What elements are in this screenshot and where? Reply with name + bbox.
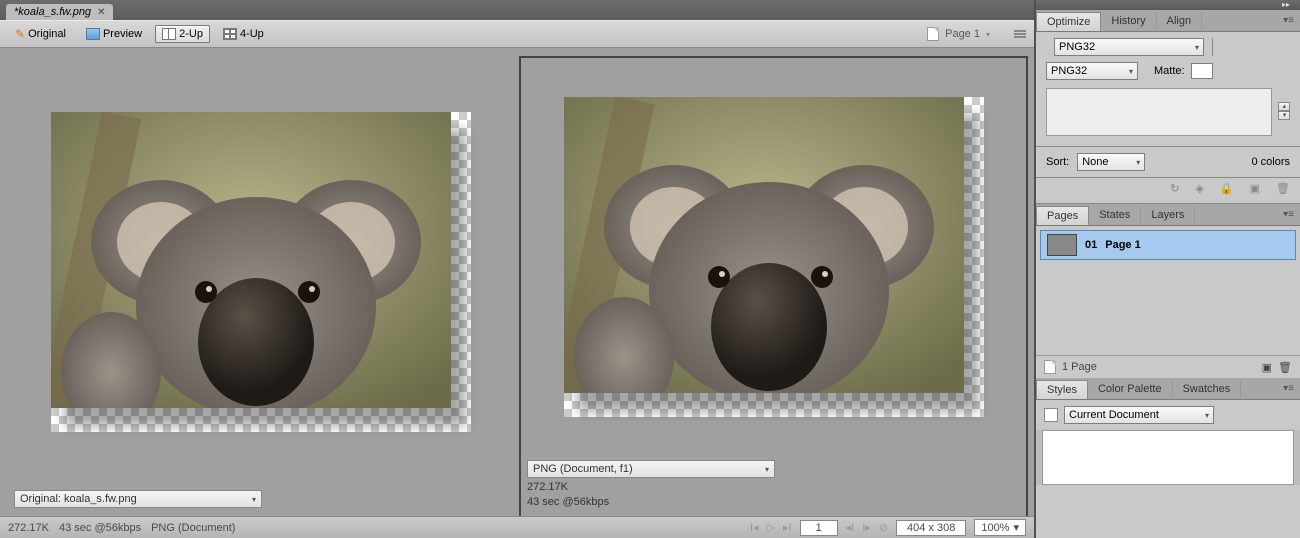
preview-download-time: 43 sec @56kbps xyxy=(527,496,1020,508)
tab-pages[interactable]: Pages xyxy=(1036,206,1089,225)
tab-optimize[interactable]: Optimize xyxy=(1036,12,1101,31)
image-icon xyxy=(86,28,100,40)
status-bar: 272.17K 43 sec @56kbps PNG (Document) I◂… xyxy=(0,516,1034,538)
original-image xyxy=(51,112,451,408)
page-thumbnail xyxy=(1047,234,1077,256)
optimize-format-select[interactable]: PNG32▾ xyxy=(1046,62,1138,80)
pages-panel-tabs: Pages States Layers ▾≡ xyxy=(1036,204,1300,226)
matte-swatch[interactable] xyxy=(1191,63,1213,79)
four-up-view-button[interactable]: 4-Up xyxy=(216,25,271,43)
optimize-panel-tabs: Optimize History Align ▾≡ xyxy=(1036,10,1300,32)
delete-page-icon[interactable]: 🗑 xyxy=(1278,361,1292,374)
stop-button[interactable]: ⊘ xyxy=(879,521,888,534)
next-frame-button[interactable]: I▸ xyxy=(862,521,871,534)
four-up-icon xyxy=(223,28,237,40)
page-count: 1 Page xyxy=(1062,361,1097,373)
frame-number-field[interactable]: 1 xyxy=(800,520,838,536)
tab-layers[interactable]: Layers xyxy=(1141,206,1195,224)
original-panel[interactable]: Original: koala_s.fw.png ▾ xyxy=(8,58,513,516)
chevron-down-icon: ▾ xyxy=(765,465,769,474)
styles-list[interactable] xyxy=(1042,430,1294,485)
page-name: Page 1 xyxy=(1105,239,1140,251)
preview-size: 272.17K xyxy=(527,481,1020,493)
pencil-icon: ✎ xyxy=(15,27,25,41)
status-time: 43 sec @56kbps xyxy=(59,522,141,534)
two-up-view-button[interactable]: 2-Up xyxy=(155,25,210,43)
styles-panel-tabs: Styles Color Palette Swatches ▾≡ xyxy=(1036,378,1300,400)
trash-icon[interactable]: 🗑 xyxy=(1276,182,1290,195)
export-icon[interactable] xyxy=(1014,30,1026,38)
preview-panel[interactable]: PNG (Document, f1) ▾ 272.17K 43 sec @56k… xyxy=(521,58,1026,516)
new-page-icon[interactable]: ▣ xyxy=(1262,361,1272,374)
tab-align[interactable]: Align xyxy=(1157,12,1202,30)
page-number: 01 xyxy=(1085,239,1097,251)
optimize-preview-box xyxy=(1046,88,1272,136)
colors-count: 0 colors xyxy=(1251,156,1290,168)
matte-label: Matte: xyxy=(1154,65,1185,77)
panel-menu-icon[interactable]: ▾≡ xyxy=(1277,209,1300,220)
preview-info-dropdown[interactable]: PNG (Document, f1) ▾ xyxy=(527,460,775,478)
page-indicator[interactable]: Page 1 xyxy=(945,28,980,40)
preview-image xyxy=(564,97,964,393)
panel-menu-icon[interactable]: ▾≡ xyxy=(1277,383,1300,394)
status-mode: PNG (Document) xyxy=(151,522,235,534)
play-button[interactable]: ▷ xyxy=(767,521,775,534)
panel-menu-icon[interactable]: ▾≡ xyxy=(1277,15,1300,26)
tab-history[interactable]: History xyxy=(1101,12,1156,30)
page-icon xyxy=(927,27,939,41)
status-size: 272.17K xyxy=(8,522,49,534)
tab-color-palette[interactable]: Color Palette xyxy=(1088,380,1173,398)
tab-styles[interactable]: Styles xyxy=(1036,380,1088,399)
page-icon xyxy=(1044,360,1056,374)
close-icon[interactable]: ✕ xyxy=(97,7,105,18)
zoom-level[interactable]: 100%▾ xyxy=(974,519,1026,536)
chevron-down-icon: ▾ xyxy=(252,495,256,504)
prev-frame-button[interactable]: ◂I xyxy=(846,521,855,534)
new-icon[interactable]: ▣ xyxy=(1250,182,1260,195)
sort-label: Sort: xyxy=(1046,156,1069,168)
document-tab[interactable]: *koala_s.fw.png ✕ xyxy=(6,4,113,20)
original-info-dropdown[interactable]: Original: koala_s.fw.png ▾ xyxy=(14,490,262,508)
preview-view-button[interactable]: Preview xyxy=(79,25,149,43)
first-frame-button[interactable]: I◂ xyxy=(750,521,759,534)
styles-scope-select[interactable]: Current Document▾ xyxy=(1064,406,1214,424)
lock-icon[interactable]: 🔒 xyxy=(1220,182,1234,195)
page-list-item[interactable]: 01 Page 1 xyxy=(1040,230,1296,260)
view-toolbar: ✎ Original Preview 2-Up 4-Up Page 1 ▾ xyxy=(0,20,1034,48)
tab-states[interactable]: States xyxy=(1089,206,1141,224)
optimize-spinner[interactable]: ▴▾ xyxy=(1278,102,1290,120)
chevron-down-icon[interactable]: ▾ xyxy=(986,30,990,39)
sort-select[interactable]: None▾ xyxy=(1077,153,1145,171)
canvas-dimensions[interactable]: 404 x 308 xyxy=(896,520,966,536)
optimize-preset-select[interactable]: PNG32▾ xyxy=(1054,38,1204,56)
panel-collapse-button[interactable]: ▸▸ xyxy=(1036,0,1300,10)
last-frame-button[interactable]: ▸I xyxy=(783,521,792,534)
rebuild-icon[interactable]: ↻ xyxy=(1170,182,1179,195)
document-icon xyxy=(1044,408,1058,422)
cube-icon[interactable]: ◈ xyxy=(1195,182,1203,195)
document-tab-bar: *koala_s.fw.png ✕ xyxy=(0,0,1034,20)
original-view-button[interactable]: ✎ Original xyxy=(8,24,73,44)
document-tab-title: *koala_s.fw.png xyxy=(14,6,91,18)
two-up-icon xyxy=(162,28,176,40)
tab-swatches[interactable]: Swatches xyxy=(1173,380,1242,398)
